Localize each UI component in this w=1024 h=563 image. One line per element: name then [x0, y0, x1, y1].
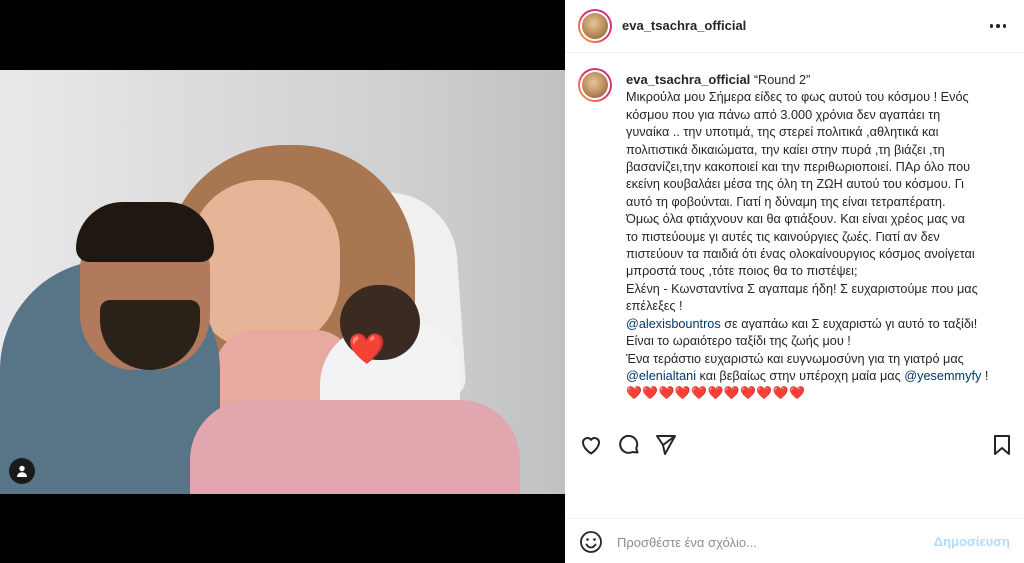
caption-line: γυναίκα .. την υποτιμά, της στερεί πολιτ… [626, 125, 939, 140]
heart-sticker: ❤️ [348, 333, 386, 366]
comment-input[interactable] [617, 532, 917, 552]
hearts-row: ❤️❤️❤️❤️❤️❤️❤️❤️❤️❤️❤️ [626, 386, 806, 401]
caption-line: και βεβαίως στην υπέροχη μαία μας [696, 368, 905, 383]
more-options-icon[interactable] [986, 14, 1010, 38]
action-bar [565, 422, 1024, 468]
caption-section: eva_tsachra_official “Round 2” Μικρούλα … [565, 54, 1024, 422]
user-tag-icon[interactable] [9, 458, 35, 484]
post-photo[interactable]: ❤️ [0, 70, 565, 494]
post-side-panel: eva_tsachra_official eva_tsachra_officia… [565, 0, 1024, 563]
caption-line: πιστεύουν τα παιδιά ότι ένας ολοκαίνουργ… [626, 247, 975, 262]
post-header: eva_tsachra_official [565, 0, 1024, 53]
caption-title: “Round 2” [753, 73, 811, 87]
avatar[interactable] [578, 68, 612, 102]
caption-line: κόσμου που για πάνω από 3.000 χρόνια δεν… [626, 107, 941, 122]
photo-man-hair [76, 202, 214, 262]
caption-line: Ένα τεράστιο ευχαριστώ και ευγνωμοσύνη γ… [626, 351, 964, 366]
bookmark-icon[interactable] [989, 432, 1015, 458]
caption-line: Ελένη - Κωνσταντίνα Σ αγαπαμε ήδη! Σ ευχ… [626, 281, 978, 296]
mention-link-yesemmy[interactable]: @yesemmyfy [904, 369, 981, 383]
emoji-icon[interactable] [579, 530, 603, 554]
post-comment-button[interactable]: Δημοσίευση [934, 534, 1010, 549]
caption-line: βασανίζει,την κακοποιεί και την περιθωρι… [626, 160, 971, 175]
caption-line: σε αγαπάω και Σ ευχαριστώ γι αυτό το ταξ… [720, 316, 978, 331]
caption-username[interactable]: eva_tsachra_official [626, 72, 750, 87]
caption-line: ! [981, 368, 989, 383]
caption-line: αυτό τη φοβούνται. Γιατί η δύναμη της εί… [626, 194, 946, 209]
avatar[interactable] [578, 9, 612, 43]
photo-pink-blanket [190, 400, 520, 494]
caption-line: επέλεξες ! [626, 299, 683, 314]
caption-line: Είναι το ωραιότερο ταξίδι της ζωής μου ! [626, 334, 851, 349]
caption-line: μπροστά τους ,τότε ποιος θα το πιστέψει; [626, 264, 858, 279]
caption-line: εκείνη κουβαλάει μέσα της όλη τη ΖΩΗ αυτ… [626, 177, 964, 192]
caption-line: πολιτιστικά δικαιώματα, την καίει στην π… [626, 142, 945, 157]
mention-link-alexis[interactable]: @alexisbountros [626, 317, 721, 331]
comment-icon[interactable] [616, 432, 642, 458]
photo-woman-face [190, 180, 340, 350]
post-media-panel: ❤️ [0, 0, 565, 563]
caption-line: Όμως όλα φτιάχνουν και θα φτιάξουν. Και … [626, 212, 965, 227]
caption-line: Μικρούλα μου Σήμερα είδες το φως αυτού τ… [626, 90, 969, 105]
caption-text: eva_tsachra_official “Round 2” Μικρούλα … [626, 71, 1011, 403]
mention-link-elenia[interactable]: @elenialtani [626, 369, 696, 383]
caption-line: το πιστεύουμε γι αυτές τις καινούργιες ζ… [626, 229, 940, 244]
header-username[interactable]: eva_tsachra_official [622, 18, 746, 33]
comment-bar: Δημοσίευση [565, 518, 1024, 563]
send-icon[interactable] [653, 432, 679, 458]
heart-icon[interactable] [578, 432, 604, 458]
